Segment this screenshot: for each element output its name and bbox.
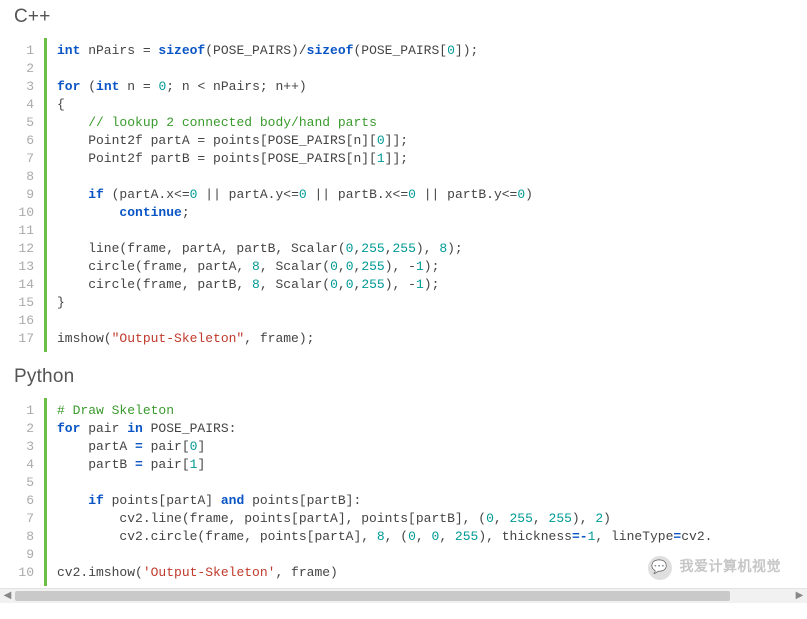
scroll-left-arrow[interactable]: ◀ xyxy=(0,589,15,604)
python-code-line: # Draw Skeleton xyxy=(57,402,793,420)
cpp-code-line: } xyxy=(57,294,793,312)
python-line-number: 2 xyxy=(14,420,44,438)
cpp-line-number: 8 xyxy=(14,168,44,186)
cpp-line-number: 9 xyxy=(14,186,44,204)
cpp-code: int nPairs = sizeof(POSE_PAIRS)/sizeof(P… xyxy=(44,38,793,352)
cpp-line-number: 15 xyxy=(14,294,44,312)
cpp-code-line: Point2f partB = points[POSE_PAIRS[n][1]]… xyxy=(57,150,793,168)
cpp-line-number: 12 xyxy=(14,240,44,258)
cpp-code-line: circle(frame, partB, 8, Scalar(0,0,255),… xyxy=(57,276,793,294)
cpp-code-line xyxy=(57,168,793,186)
python-line-number: 7 xyxy=(14,510,44,528)
cpp-line-number: 11 xyxy=(14,222,44,240)
cpp-code-line xyxy=(57,60,793,78)
scroll-track[interactable] xyxy=(15,589,792,603)
cpp-code-line xyxy=(57,222,793,240)
cpp-line-number: 2 xyxy=(14,60,44,78)
python-code-line: for pair in POSE_PAIRS: xyxy=(57,420,793,438)
document-container: C++ 1234567891011121314151617 int nPairs… xyxy=(0,6,807,586)
python-line-number: 9 xyxy=(14,546,44,564)
cpp-line-number: 4 xyxy=(14,96,44,114)
cpp-line-number: 10 xyxy=(14,204,44,222)
cpp-code-line: continue; xyxy=(57,204,793,222)
python-line-number: 1 xyxy=(14,402,44,420)
python-line-number: 8 xyxy=(14,528,44,546)
python-line-number: 3 xyxy=(14,438,44,456)
horizontal-scrollbar[interactable]: ◀ ▶ xyxy=(0,588,807,603)
cpp-code-line: for (int n = 0; n < nPairs; n++) xyxy=(57,78,793,96)
python-code-line xyxy=(57,474,793,492)
cpp-code-line: line(frame, partA, partB, Scalar(0,255,2… xyxy=(57,240,793,258)
python-heading: Python xyxy=(14,366,793,388)
watermark: 💬 我爱计算机视觉 xyxy=(648,556,782,580)
cpp-code-line: circle(frame, partA, 8, Scalar(0,0,255),… xyxy=(57,258,793,276)
python-line-number: 5 xyxy=(14,474,44,492)
cpp-code-line xyxy=(57,312,793,330)
cpp-line-number: 3 xyxy=(14,78,44,96)
python-line-number: 6 xyxy=(14,492,44,510)
scroll-thumb[interactable] xyxy=(15,591,730,601)
python-gutter: 12345678910 xyxy=(14,398,44,586)
cpp-line-number: 13 xyxy=(14,258,44,276)
cpp-heading: C++ xyxy=(14,6,793,28)
cpp-code-line: int nPairs = sizeof(POSE_PAIRS)/sizeof(P… xyxy=(57,42,793,60)
cpp-line-number: 6 xyxy=(14,132,44,150)
scroll-right-arrow[interactable]: ▶ xyxy=(792,589,807,604)
python-line-number: 10 xyxy=(14,564,44,582)
watermark-text: 我爱计算机视觉 xyxy=(680,559,782,577)
python-code-line: if points[partA] and points[partB]: xyxy=(57,492,793,510)
cpp-line-number: 17 xyxy=(14,330,44,348)
cpp-line-number: 1 xyxy=(14,42,44,60)
cpp-code-line: // lookup 2 connected body/hand parts xyxy=(57,114,793,132)
cpp-line-number: 5 xyxy=(14,114,44,132)
cpp-code-line: imshow("Output-Skeleton", frame); xyxy=(57,330,793,348)
cpp-line-number: 7 xyxy=(14,150,44,168)
python-code-line: partB = pair[1] xyxy=(57,456,793,474)
wechat-icon: 💬 xyxy=(648,556,672,580)
cpp-gutter: 1234567891011121314151617 xyxy=(14,38,44,352)
python-code-line: cv2.circle(frame, points[partA], 8, (0, … xyxy=(57,528,793,546)
python-line-number: 4 xyxy=(14,456,44,474)
cpp-line-number: 14 xyxy=(14,276,44,294)
cpp-code-line: Point2f partA = points[POSE_PAIRS[n][0]]… xyxy=(57,132,793,150)
cpp-code-block: 1234567891011121314151617 int nPairs = s… xyxy=(14,38,793,352)
python-code-line: cv2.line(frame, points[partA], points[pa… xyxy=(57,510,793,528)
python-code-block: 12345678910 # Draw Skeletonfor pair in P… xyxy=(14,398,793,586)
python-code-line: partA = pair[0] xyxy=(57,438,793,456)
cpp-code-line: if (partA.x<=0 || partA.y<=0 || partB.x<… xyxy=(57,186,793,204)
cpp-code-line: { xyxy=(57,96,793,114)
cpp-line-number: 16 xyxy=(14,312,44,330)
